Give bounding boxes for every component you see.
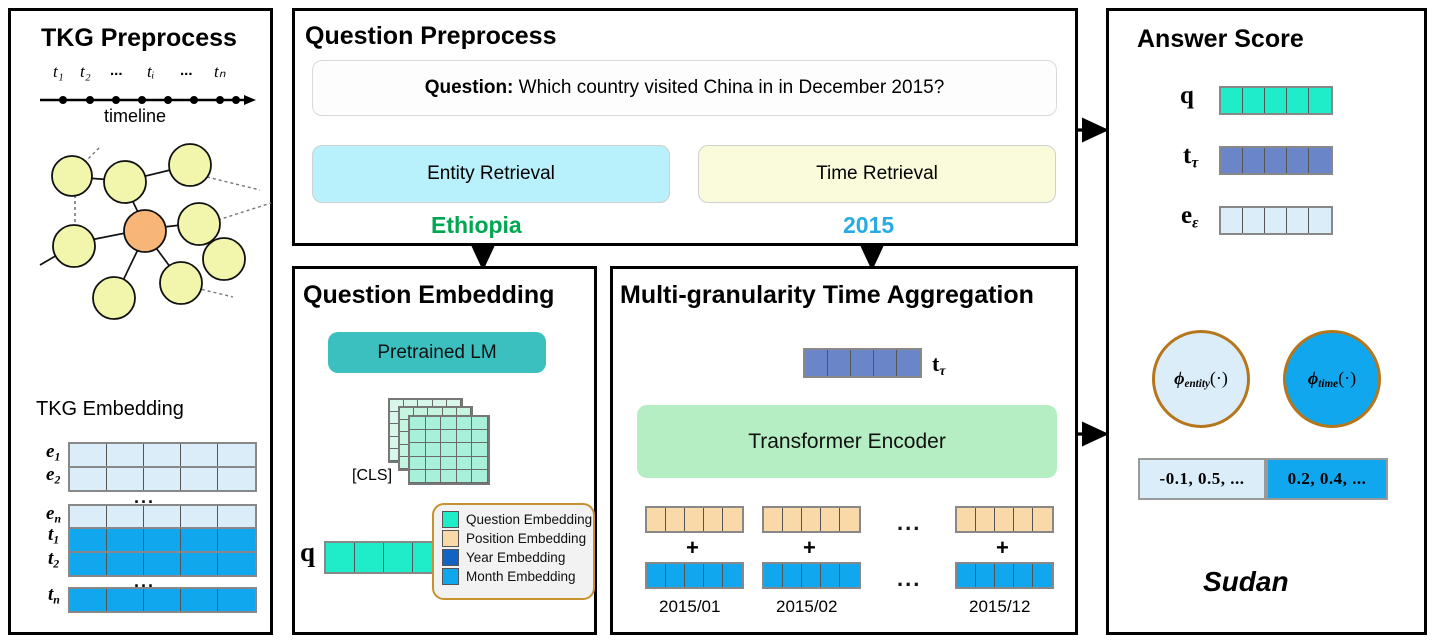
plus-sign-3: + — [996, 535, 1009, 560]
tkg-row-tn — [68, 587, 257, 613]
phi-time-node: ϕtime(·) — [1283, 330, 1381, 428]
row-label-tn: tn — [48, 584, 60, 607]
tkg-row-t1 — [68, 527, 257, 553]
timeline-tick-tn: tₙ — [214, 62, 226, 81]
question-prefix-label: Question: — [424, 77, 514, 98]
plus-sign-2: + — [803, 535, 816, 560]
entity-retrieval-label: Entity Retrieval — [427, 163, 555, 184]
score-vector-entity: -0.1, 0.5, ... — [1138, 458, 1266, 500]
position-embedding-vector-2 — [762, 506, 861, 533]
diagram-canvas: TKG Preprocess t₁ t₂ ... tᵢ ... tₙ timel… — [0, 0, 1435, 643]
legend-label-position-embedding: Position Embedding — [466, 531, 587, 546]
knowledge-graph-graphic — [39, 143, 272, 320]
phi-entity-node: ϕentity(·) — [1152, 330, 1250, 428]
entity-retrieval-box[interactable]: Entity Retrieval — [312, 145, 670, 203]
embedding-legend: Question Embedding Position Embedding Ye… — [432, 503, 595, 600]
question-body-text: Which country visited China in in Decemb… — [513, 77, 945, 98]
panel-title-question-preprocess: Question Preprocess — [305, 22, 557, 50]
legend-item-position-embedding: Position Embedding — [442, 529, 587, 548]
timeline-tick-t2: t₂ — [80, 62, 91, 81]
position-embedding-vector-1 — [645, 506, 744, 533]
pretrained-lm-label: Pretrained LM — [377, 341, 497, 363]
tkg-embedding-title: TKG Embedding — [36, 398, 184, 420]
legend-swatch-question-embedding — [442, 511, 459, 528]
pretrained-lm-box[interactable]: Pretrained LM — [328, 332, 546, 373]
question-text-box: Question: Which country visited China in… — [312, 60, 1057, 116]
t-tau-output-vector — [803, 348, 922, 378]
q-vector-label: q — [300, 537, 316, 567]
time-retrieval-box[interactable]: Time Retrieval — [698, 145, 1056, 203]
time-columns-ellipsis-top: ... — [897, 510, 922, 535]
transformer-encoder-label: Transformer Encoder — [748, 429, 946, 453]
timeline-caption: timeline — [104, 106, 167, 126]
t-tau-output-label: tτ — [932, 351, 946, 378]
legend-item-question-embedding: Question Embedding — [442, 510, 592, 529]
phi-entity-subscript: entity — [1184, 378, 1210, 391]
transformer-encoder-box[interactable]: Transformer Encoder — [637, 405, 1057, 478]
answer-q-label: q — [1180, 82, 1194, 109]
row-label-t1: t1 — [48, 524, 60, 547]
phi-entity-arg: (·) — [1209, 367, 1228, 388]
plus-sign-1: + — [686, 535, 699, 560]
timeline-tick-ti: tᵢ — [147, 62, 155, 81]
row-label-e2: e2 — [46, 464, 61, 487]
entity-retrieval-result: Ethiopia — [431, 212, 522, 238]
time-label-2: 2015/02 — [776, 597, 838, 616]
row-label-en: en — [46, 503, 61, 526]
answer-t-tau-label: tτ — [1183, 142, 1199, 172]
legend-swatch-year-embedding — [442, 549, 459, 566]
time-columns-ellipsis-bottom: ... — [897, 566, 922, 591]
legend-label-month-embedding: Month Embedding — [466, 569, 576, 584]
score-vector-time: 0.2, 0.4, ... — [1266, 458, 1388, 500]
time-label-3: 2015/12 — [969, 597, 1031, 616]
phi-entity-symbol: ϕ — [1174, 367, 1185, 388]
answer-e-epsilon-label: eε — [1181, 202, 1199, 232]
timeline-tick-t1: t₁ — [53, 62, 64, 81]
month-embedding-vector-1 — [645, 562, 744, 589]
legend-swatch-position-embedding — [442, 530, 459, 547]
month-embedding-vector-2 — [762, 562, 861, 589]
timeline-ellipsis-1: ... — [110, 62, 123, 79]
legend-label-year-embedding: Year Embedding — [466, 550, 566, 565]
panel-title-tkg-preprocess: TKG Preprocess — [41, 24, 237, 52]
time-label-1: 2015/01 — [659, 597, 721, 616]
phi-time-symbol: ϕ — [1307, 367, 1319, 388]
time-retrieval-result: 2015 — [843, 212, 895, 238]
phi-time-subscript: time — [1318, 378, 1339, 391]
month-embedding-vector-3 — [955, 562, 1054, 589]
cls-token-label: [CLS] — [352, 467, 393, 484]
tkg-row-e2 — [68, 466, 257, 492]
tkg-row-t2 — [68, 551, 257, 577]
phi-time-arg: (·) — [1338, 367, 1357, 388]
panel-title-question-embedding: Question Embedding — [303, 281, 555, 309]
final-answer-label: Sudan — [1203, 566, 1289, 597]
answer-t-tau-vector — [1219, 146, 1333, 175]
panel-title-answer-score: Answer Score — [1137, 25, 1304, 53]
panel-title-time-aggregation: Multi-granularity Time Aggregation — [620, 281, 1034, 309]
answer-q-vector — [1219, 86, 1333, 115]
row-label-e1: e1 — [46, 441, 61, 464]
legend-label-question-embedding: Question Embedding — [466, 512, 593, 527]
legend-item-month-embedding: Month Embedding — [442, 567, 585, 586]
time-retrieval-label: Time Retrieval — [816, 163, 938, 184]
row-label-t2: t2 — [48, 548, 60, 571]
timeline-ellipsis-2: ... — [180, 62, 193, 79]
tkg-row-e1 — [68, 442, 257, 468]
position-embedding-vector-3 — [955, 506, 1054, 533]
answer-e-epsilon-vector — [1219, 206, 1333, 235]
legend-item-year-embedding: Year Embedding — [442, 548, 585, 567]
token-embedding-matrix-front — [408, 415, 490, 485]
legend-swatch-month-embedding — [442, 568, 459, 585]
